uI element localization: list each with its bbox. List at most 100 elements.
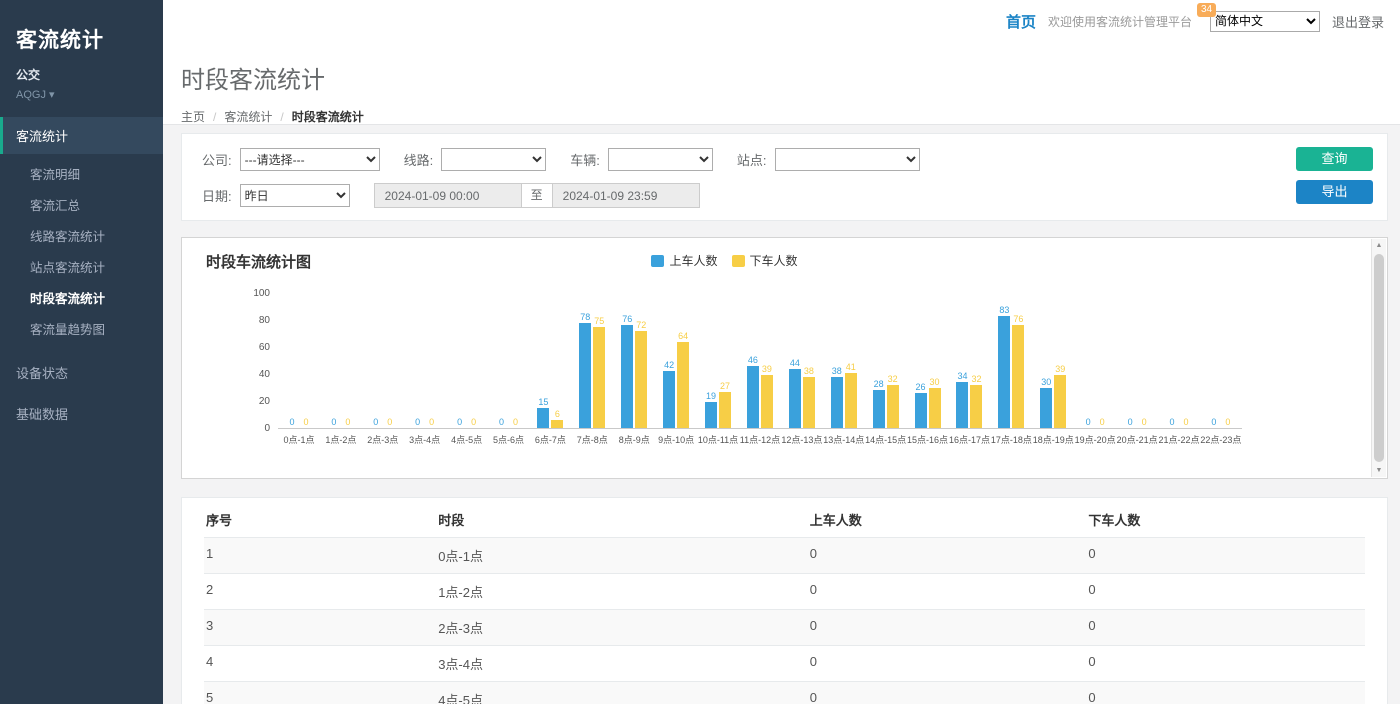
bar-上车人数[interactable] — [537, 408, 549, 428]
x-axis-label: 10点-11点 — [697, 433, 739, 446]
page-header: 时段客流统计 主页/客流统计/时段客流统计 — [163, 42, 1400, 125]
table-cell: 0点-1点 — [436, 538, 808, 573]
bar-上车人数[interactable] — [789, 369, 801, 428]
query-button[interactable]: 查询 — [1296, 147, 1373, 171]
date-start-input[interactable] — [374, 183, 522, 208]
x-axis-label: 15点-16点 — [907, 433, 949, 446]
sidebar-item-top-0[interactable]: 设备状态 — [0, 352, 163, 393]
scrollbar-thumb[interactable] — [1374, 254, 1384, 462]
sidebar-item-sub-4[interactable]: 时段客流统计 — [0, 282, 163, 313]
table-cell: 0 — [1086, 646, 1365, 681]
language-select[interactable]: 简体中文 — [1210, 11, 1320, 32]
bar-value-label: 39 — [762, 364, 772, 374]
profile-user-label: AQGJ — [16, 89, 46, 101]
scroll-up-icon[interactable]: ▲ — [1372, 242, 1386, 249]
filter-row-2: 日期: 昨日 至 — [202, 183, 1277, 208]
x-axis-label: 6点-7点 — [529, 433, 571, 446]
date-end-input[interactable] — [552, 183, 700, 208]
main-area: 首页 欢迎使用客流统计管理平台 34 简体中文 退出登录 时段客流统计 主页/客… — [163, 0, 1400, 704]
sidebar-item-sub-0[interactable]: 客流明细 — [0, 158, 163, 189]
x-axis-label: 22点-23点 — [1200, 433, 1242, 446]
bar-上车人数[interactable] — [747, 366, 759, 428]
bar-下车人数[interactable] — [803, 377, 815, 428]
bar-下车人数[interactable] — [551, 420, 563, 428]
sidebar-item-top-1[interactable]: 基础数据 — [0, 393, 163, 434]
table-row[interactable]: 32点-3点00 — [204, 610, 1365, 646]
bar-下车人数[interactable] — [970, 385, 982, 428]
table-row[interactable]: 43点-4点00 — [204, 646, 1365, 682]
bar-下车人数[interactable] — [887, 385, 899, 428]
table-header-row: 序号时段上车人数下车人数 — [204, 502, 1365, 538]
bar-value-label: 38 — [832, 366, 842, 376]
breadcrumb-item-1[interactable]: 客流统计 — [224, 108, 272, 125]
app-root: 客流统计 公交 AQGJ ▾ 客流统计 客流明细客流汇总线路客流统计站点客流统计… — [0, 0, 1400, 704]
bar-上车人数[interactable] — [956, 382, 968, 428]
sidebar-item-passenger-stats[interactable]: 客流统计 — [0, 117, 163, 154]
bar-value-label: 83 — [999, 305, 1009, 315]
chart-column: 8376 — [990, 294, 1032, 428]
date-preset-select[interactable]: 昨日 — [240, 184, 350, 207]
sidebar-item-sub-3[interactable]: 站点客流统计 — [0, 251, 163, 282]
breadcrumb-item-0[interactable]: 主页 — [181, 108, 205, 125]
table-cell: 0 — [808, 538, 1087, 573]
legend-item-1[interactable]: 下车人数 — [732, 252, 798, 269]
bar-上车人数[interactable] — [873, 390, 885, 428]
table-panel: 序号时段上车人数下车人数 10点-1点0021点-2点0032点-3点0043点… — [181, 497, 1388, 704]
bar-下车人数[interactable] — [929, 388, 941, 429]
vehicle-filter: 车辆: — [570, 148, 713, 171]
bar-value-label: 41 — [846, 362, 856, 372]
profile-block: 公交 AQGJ ▾ — [0, 58, 163, 117]
table-cell: 4 — [204, 646, 436, 681]
date-range-group: 至 — [374, 183, 700, 208]
bar-上车人数[interactable] — [1040, 388, 1052, 429]
x-axis-label: 14点-15点 — [865, 433, 907, 446]
table-row[interactable]: 21点-2点00 — [204, 574, 1365, 610]
bar-下车人数[interactable] — [593, 327, 605, 428]
vehicle-select[interactable] — [608, 148, 713, 171]
chart-body: 020406080100 000000000000156787576724264… — [192, 294, 1242, 446]
date-label: 日期: — [202, 186, 232, 205]
sidebar-item-sub-1[interactable]: 客流汇总 — [0, 189, 163, 220]
sidebar-sections: 设备状态基础数据 — [0, 352, 163, 434]
export-button[interactable]: 导出 — [1296, 180, 1373, 204]
bar-value-label: 34 — [957, 371, 967, 381]
bar-下车人数[interactable] — [677, 342, 689, 428]
line-select[interactable] — [441, 148, 546, 171]
chart-column: 00 — [1116, 294, 1158, 428]
bar-上车人数[interactable] — [998, 316, 1010, 428]
x-axis-label: 4点-5点 — [446, 433, 488, 446]
chart-column: 00 — [1074, 294, 1116, 428]
bar-下车人数[interactable] — [845, 373, 857, 428]
bar-上车人数[interactable] — [915, 393, 927, 428]
legend-item-0[interactable]: 上车人数 — [651, 252, 717, 269]
chart-scrollbar[interactable]: ▲ ▼ — [1371, 239, 1386, 477]
table-row[interactable]: 54点-5点00 — [204, 682, 1365, 704]
notification-badge[interactable]: 34 — [1197, 3, 1216, 17]
x-axis-label: 17点-18点 — [990, 433, 1032, 446]
bar-上车人数[interactable] — [705, 402, 717, 428]
bar-下车人数[interactable] — [761, 375, 773, 428]
profile-user-dropdown[interactable]: AQGJ ▾ — [16, 88, 147, 101]
scroll-down-icon[interactable]: ▼ — [1372, 467, 1386, 474]
bar-上车人数[interactable] — [579, 323, 591, 428]
bar-下车人数[interactable] — [719, 392, 731, 428]
legend-label: 上车人数 — [669, 252, 717, 269]
station-select[interactable] — [775, 148, 920, 171]
bar-上车人数[interactable] — [621, 325, 633, 428]
bar-value-label: 39 — [1055, 364, 1065, 374]
bar-下车人数[interactable] — [635, 331, 647, 428]
chart-column: 7672 — [613, 294, 655, 428]
company-select[interactable]: ---请选择--- — [240, 148, 380, 171]
bar-下车人数[interactable] — [1012, 325, 1024, 428]
logout-link[interactable]: 退出登录 — [1332, 12, 1384, 31]
sidebar-item-sub-5[interactable]: 客流量趋势图 — [0, 313, 163, 344]
bar-上车人数[interactable] — [663, 371, 675, 428]
table-row[interactable]: 10点-1点00 — [204, 538, 1365, 574]
bar-下车人数[interactable] — [1054, 375, 1066, 428]
bar-value-label: 32 — [971, 374, 981, 384]
legend-swatch-icon — [651, 255, 664, 267]
bar-value-label: 0 — [429, 417, 434, 427]
bar-上车人数[interactable] — [831, 377, 843, 428]
sidebar-item-sub-2[interactable]: 线路客流统计 — [0, 220, 163, 251]
home-link[interactable]: 首页 — [1006, 11, 1036, 32]
